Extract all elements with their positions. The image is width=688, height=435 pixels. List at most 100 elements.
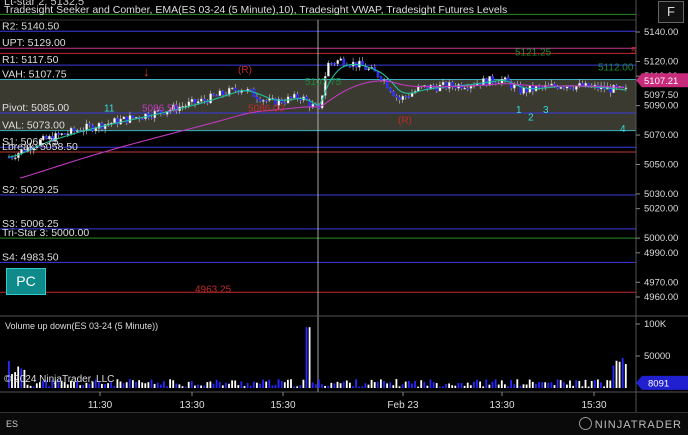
volume-down-bar	[376, 381, 379, 388]
volume-down-bar	[166, 386, 168, 388]
volume-up-bar	[497, 384, 500, 388]
volume-up-bar	[221, 385, 224, 388]
chart-annotation-6: (R)	[238, 65, 252, 76]
volume-down-bar	[358, 386, 361, 388]
volume-up-bar	[153, 383, 156, 388]
chart-annotation-0: 5121.25	[515, 48, 552, 59]
symbol-label: ES	[6, 419, 19, 429]
level-label-8: S2: 5029.25	[2, 184, 59, 196]
up-bar	[559, 87, 563, 89]
volume-up-bar	[587, 386, 590, 388]
volume-up-bar	[200, 385, 202, 388]
volume-up-bar	[138, 380, 140, 388]
volume-down-bar	[491, 381, 494, 388]
volume-up-bar	[417, 386, 419, 388]
pc-button[interactable]: PC	[6, 268, 46, 295]
volume-up-bar	[398, 386, 401, 388]
volume-down-bar	[460, 383, 463, 388]
volume-down-bar	[240, 381, 243, 388]
volume-up-bar	[290, 379, 292, 388]
volume-down-bar	[364, 383, 367, 388]
volume-up-bar	[283, 382, 286, 388]
volume-down-bar	[575, 380, 578, 388]
volume-down-bar	[429, 379, 432, 388]
volume-up-bar	[466, 382, 469, 388]
down-bar	[568, 86, 572, 89]
volume-up-bar	[132, 380, 134, 388]
down-bar	[572, 88, 575, 90]
down-bar	[193, 99, 197, 104]
f-button[interactable]: F	[658, 1, 684, 23]
time-tick-label: 11:30	[88, 400, 113, 411]
volume-down-bar	[156, 382, 159, 388]
volume-up-bar	[234, 380, 237, 388]
volume-down-bar	[246, 382, 249, 388]
volume-down-bar	[203, 385, 206, 388]
volume-up-bar	[181, 386, 184, 388]
volume-down-bar	[113, 386, 116, 388]
down-bar	[299, 98, 302, 101]
volume-up-bar	[528, 379, 531, 388]
volume-down-bar	[352, 386, 354, 388]
volume-down-bar	[457, 383, 460, 388]
down-bar	[265, 100, 268, 102]
down-bar	[221, 90, 225, 96]
volume-down-bar	[135, 381, 137, 388]
up-bar	[128, 115, 132, 123]
volume-down-bar	[184, 386, 187, 388]
volume-up-bar	[380, 379, 382, 388]
volume-down-bar	[476, 379, 478, 388]
volume-up-bar	[336, 381, 339, 388]
down-bar	[215, 95, 219, 97]
volume-down-bar	[621, 357, 624, 388]
level-label-0: R2: 5140.50	[2, 20, 59, 32]
volume-up-bar	[597, 379, 599, 388]
volume-up-bar	[609, 380, 612, 388]
level-label-5: VAL: 5073.00	[2, 120, 65, 132]
chart-canvas[interactable]: ↓ R2: 5140.50 UPT: 5129.00 R1: 5117.50 VAH:…	[0, 0, 688, 434]
volume-down-bar	[556, 379, 559, 388]
up-bar	[367, 68, 370, 71]
volume-down-bar	[389, 382, 392, 388]
down-bar	[289, 96, 293, 99]
volume-up-bar	[339, 383, 342, 388]
volume-down-bar	[218, 381, 221, 388]
down-bar	[348, 65, 352, 68]
level-label-11: S4: 4983.50	[2, 251, 59, 263]
chart-annotation-11: 2	[528, 112, 534, 123]
volume-down-bar	[407, 380, 410, 388]
volume-down-bar	[593, 380, 596, 388]
volume-down-bar	[293, 386, 295, 388]
volume-up-bar	[420, 380, 423, 388]
volume-down-bar	[361, 386, 364, 388]
up-bar	[503, 77, 507, 80]
volume-up-bar	[482, 386, 485, 388]
down-bar	[404, 96, 408, 98]
volume-up-bar	[463, 385, 466, 388]
up-bar	[209, 93, 212, 104]
down-bar	[131, 115, 135, 118]
up-bar	[69, 127, 73, 134]
chart-annotation-2: 5107.75	[305, 77, 342, 88]
volume-title: Volume up down(ES 03-24 (5 Minute))	[5, 321, 158, 331]
volume-up-bar	[243, 386, 246, 388]
volume-down-bar	[445, 383, 447, 388]
volume-down-bar	[277, 379, 280, 388]
volume-down-bar	[414, 380, 416, 388]
volume-up-bar	[144, 383, 147, 388]
volume-up-bar	[367, 384, 370, 388]
down-bar	[234, 87, 237, 91]
volume-up-bar	[559, 380, 562, 388]
volume-up-bar	[584, 379, 587, 388]
level-label-1: UPT: 5129.00	[2, 37, 66, 49]
volume-down-bar	[423, 381, 426, 388]
volume-down-bar	[225, 382, 227, 388]
volume-up-bar	[615, 360, 618, 388]
down-bar	[562, 87, 566, 89]
volume-down-bar	[82, 385, 85, 388]
down-bar	[466, 87, 470, 90]
volume-down-bar	[305, 327, 308, 388]
down-bar	[249, 88, 253, 91]
chart-annotation-9: 11	[104, 104, 115, 115]
volume-up-bar	[448, 383, 450, 388]
